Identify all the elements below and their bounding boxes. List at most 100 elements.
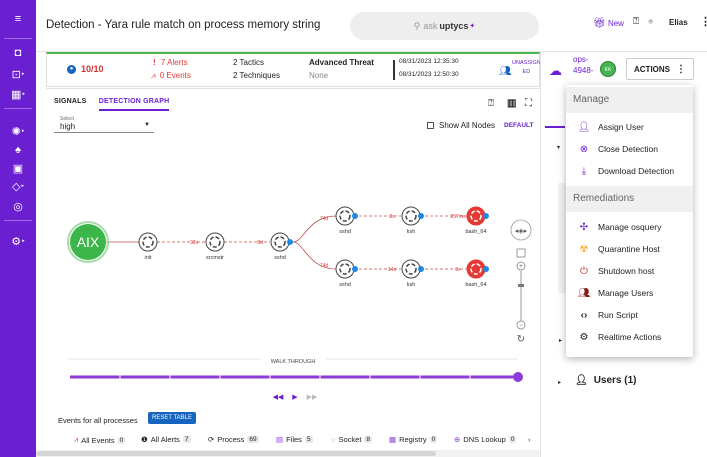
filter-count: 7 [182, 436, 191, 443]
process-node[interactable] [466, 206, 489, 226]
expand-icon[interactable]: ▸ [559, 337, 562, 344]
avatar[interactable]: KK [600, 61, 616, 77]
bell-icon[interactable]: ♠ [648, 16, 653, 27]
actions-button[interactable]: ACTIONS ⋮ [626, 58, 694, 80]
zoom-slider-handle[interactable] [518, 284, 524, 287]
fast-forward-icon[interactable]: ▶▶ [307, 393, 318, 401]
process-node[interactable] [335, 206, 358, 226]
walkthrough-timeline[interactable] [70, 372, 523, 382]
run-script-item[interactable]: ‹› Run Script [576, 306, 638, 324]
alerts-label: 7 Alerts [160, 58, 188, 67]
techniques-count[interactable]: 2 Techniques [233, 71, 280, 80]
tactics-count[interactable]: 2 Tactics [233, 58, 264, 67]
filter-label: All Events [81, 435, 115, 445]
events-count[interactable]: ⩘ 0 Events [151, 71, 191, 81]
expand-badge [287, 239, 293, 245]
process-node[interactable] [401, 206, 424, 226]
expand-icon[interactable]: ▸ [558, 379, 561, 386]
filter-all-alerts[interactable]: ❶ All Alerts 7 [141, 435, 191, 444]
manage-users-item[interactable]: 👥︎ Manage Users [576, 284, 654, 302]
download-detection-item[interactable]: ⤓ Download Detection [576, 162, 674, 180]
filter-label: Registry [399, 435, 427, 444]
process-node[interactable] [401, 259, 424, 279]
edge-label: 32s [190, 240, 199, 246]
quarantine-host-item[interactable]: ☢ Quarantine Host [576, 240, 660, 258]
diamond-icon[interactable]: ◇ ▸ [0, 178, 36, 194]
filter-registry[interactable]: ▦ Registry 0 [389, 435, 438, 444]
menu-item-label: Manage Users [598, 288, 654, 298]
filter-socket[interactable]: ◌ Socket 8 [331, 435, 373, 444]
horizontal-scrollbar[interactable] [36, 450, 540, 457]
active-tab-indicator [545, 126, 565, 128]
close-detection-item[interactable]: ⊗ Close Detection [576, 140, 658, 158]
threat-subtitle: None [309, 71, 329, 80]
menu-item-label: Run Script [598, 310, 638, 320]
process-node[interactable] [205, 232, 225, 252]
edge-sshd-sshd-top [292, 215, 337, 243]
nav-divider [4, 38, 32, 39]
process-node-circle [335, 259, 355, 279]
process-node-circle [401, 259, 421, 279]
hamburger-icon[interactable]: ≡ [0, 11, 36, 27]
more-icon[interactable]: ⋮ [700, 15, 707, 28]
scrollbar-thumb[interactable] [36, 451, 436, 456]
asset-name[interactable]: ops- 4948- [573, 54, 593, 76]
user-name[interactable]: Elias [669, 18, 688, 27]
settings-icon[interactable]: ⚙ ▸ [0, 233, 36, 249]
timeline-handle[interactable] [513, 372, 523, 382]
alert-icon: ! [153, 58, 156, 67]
score: ● 10/10 [67, 64, 104, 74]
node-label: ksh [407, 282, 416, 288]
users-section[interactable]: 👤︎ Users (1) [575, 375, 637, 386]
shield-icon[interactable]: ◘ [0, 45, 36, 61]
alerts-count[interactable]: ! 7 Alerts [153, 58, 188, 67]
detection-summary: ● 10/10 ! 7 Alerts ⩘ 0 Events 2 Tactics … [46, 52, 541, 87]
filter-files[interactable]: ▤ Files 5 [276, 435, 313, 444]
root-node[interactable]: AIX [67, 221, 109, 263]
process-node[interactable] [270, 232, 293, 252]
shutdown-host-item[interactable]: ⏻ Shutdown host [576, 262, 654, 280]
rewind-icon[interactable]: ◀◀ [273, 393, 284, 401]
ask-search[interactable]: ⚲ ask uptycs ✦ [350, 12, 539, 40]
process-node-circle [270, 232, 290, 252]
refresh-icon[interactable]: ↻ [517, 334, 525, 345]
process-node[interactable] [466, 259, 489, 279]
process-node-circle [401, 206, 421, 226]
asset-name-line-2: 4948- [573, 66, 594, 75]
pan-arrows-icon[interactable]: ◂◈▸ [515, 227, 528, 235]
edge-label: 257ms [450, 214, 466, 220]
pulse-icon: ⩘ [151, 71, 156, 80]
chevron-right-icon[interactable]: › [528, 435, 531, 444]
help-icon[interactable]: ⍰ [633, 16, 639, 27]
unassign-button[interactable]: UNASSIGN ED [512, 59, 541, 77]
process-node[interactable] [335, 259, 358, 279]
node-label: sshd [339, 229, 351, 235]
assign-user-item[interactable]: 👤︎ Assign User [576, 118, 644, 136]
clipboard-icon[interactable]: ▣ [0, 160, 36, 176]
realtime-actions-item[interactable]: ⚙ Realtime Actions [576, 328, 662, 346]
filter-process[interactable]: ⟳ Process 69 [208, 435, 259, 444]
gear-icon: ⚙ [579, 331, 589, 343]
filter-all-events[interactable]: ⩘ All Events 0 [74, 435, 126, 445]
reset-table-button[interactable]: RESET TABLE [148, 412, 197, 424]
fit-icon[interactable] [516, 248, 526, 258]
code-icon: ‹› [580, 309, 588, 321]
expand-icon[interactable]: ▾ [557, 144, 560, 151]
registry-icon: ▦ [389, 435, 397, 444]
manage-osquery-item[interactable]: ✣ Manage osquery [576, 218, 662, 236]
bell-icon[interactable]: ♠ [0, 142, 36, 158]
filter-label: Files [286, 435, 302, 444]
process-node-circle [466, 206, 486, 226]
expand-badge [352, 213, 358, 219]
menu-item-label: Shutdown host [598, 266, 655, 276]
grid-icon[interactable]: ▦ ▸ [0, 86, 36, 102]
monitor-icon[interactable]: ⊡ ▸ [0, 66, 36, 82]
end-time: 08/31/2023 12:50:30 [399, 71, 459, 78]
new-button[interactable]: 🎁︎ New [593, 18, 624, 29]
search-brand: uptycs [439, 21, 469, 31]
filter-dns-lookup[interactable]: ⊕ DNS Lookup 0 [454, 435, 517, 444]
location-icon[interactable]: ◎ [0, 198, 36, 214]
process-node[interactable] [138, 232, 158, 252]
play-icon[interactable]: ▶ [292, 393, 298, 401]
bug-icon[interactable]: ✺ ▸ [0, 123, 36, 139]
